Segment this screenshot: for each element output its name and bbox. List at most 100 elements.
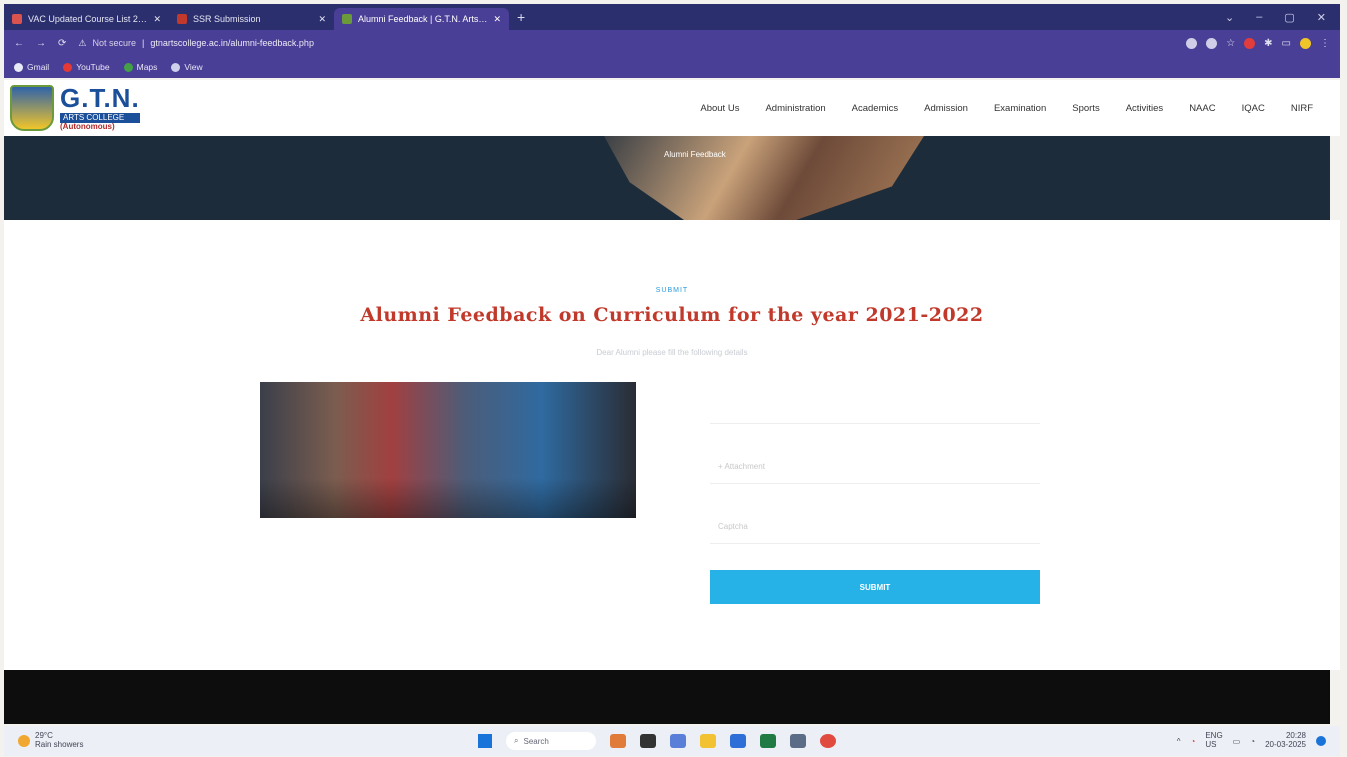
tab-title: SSR Submission <box>193 14 261 24</box>
youtube-icon <box>63 62 73 72</box>
star-icon[interactable]: ☆ <box>1226 38 1235 49</box>
back-icon[interactable]: ← <box>14 38 24 49</box>
excel-app-icon[interactable] <box>760 734 776 748</box>
chat-app-icon[interactable] <box>670 734 686 748</box>
name-field[interactable] <box>710 390 1040 424</box>
bookmark-label: Gmail <box>27 62 50 72</box>
nav-examination[interactable]: Examination <box>981 103 1059 114</box>
attachment-field[interactable]: + Attachment <box>710 450 1040 484</box>
browser-tab[interactable]: VAC Updated Course List 21-22 ✕ <box>4 8 169 30</box>
widgets-app-icon[interactable] <box>610 734 626 748</box>
menu-icon[interactable]: ⋮ <box>1320 38 1330 49</box>
taskbar-apps: ⌕ Search <box>478 732 836 750</box>
task-view-icon[interactable] <box>640 734 656 748</box>
url-text: gtnartscollege.ac.in/alumni-feedback.php <box>150 38 314 48</box>
bookmark-label: Maps <box>136 62 158 72</box>
forward-icon[interactable]: → <box>36 38 46 49</box>
os-taskbar: 29°C Rain showers ⌕ Search ^ ◔ ENG US ▭ … <box>4 726 1340 756</box>
submit-button[interactable]: SUBMIT <box>710 570 1040 604</box>
clock[interactable]: 20:28 20-03-2025 <box>1265 731 1306 750</box>
system-tray: ^ ◔ ENG US ▭ ◔ 20:28 20-03-2025 <box>1177 731 1326 750</box>
browser-tab-bar: VAC Updated Course List 21-22 ✕ SSR Subm… <box>4 4 1340 30</box>
chevron-down-icon[interactable]: ⌄ <box>1225 11 1234 24</box>
nav-iqac[interactable]: IQAC <box>1229 103 1278 114</box>
bookmark-youtube[interactable]: YouTube <box>63 62 110 72</box>
bookmark-maps[interactable]: Maps <box>123 62 158 72</box>
address-bar-row: ← → ⟳ ⚠ Not secure | gtnartscollege.ac.i… <box>4 30 1340 56</box>
nav-nirf[interactable]: NIRF <box>1278 103 1326 114</box>
taskbar-search[interactable]: ⌕ Search <box>506 732 596 750</box>
page-title: Alumni Feedback on Curriculum for the ye… <box>360 304 984 326</box>
warning-icon: ⚠ <box>78 37 87 48</box>
weather-widget[interactable]: 29°C Rain showers <box>18 731 478 750</box>
url-field[interactable]: ⚠ Not secure | gtnartscollege.ac.in/alum… <box>78 38 1174 49</box>
notification-icon[interactable] <box>1316 736 1326 746</box>
extension-icon[interactable] <box>1244 37 1256 49</box>
region-label: US <box>1205 740 1217 749</box>
college-logo[interactable]: G.T.N. ARTS COLLEGE (Autonomous) <box>4 85 140 131</box>
avatar[interactable] <box>1300 37 1311 49</box>
translate-icon[interactable] <box>1186 37 1198 49</box>
gmail-icon <box>14 62 23 72</box>
hero-banner: Alumni Feedback <box>4 136 1330 220</box>
tab-favicon-icon <box>12 14 22 24</box>
maps-icon <box>123 62 133 72</box>
mail-app-icon[interactable] <box>730 734 746 748</box>
logo-text: G.T.N. ARTS COLLEGE (Autonomous) <box>60 85 140 131</box>
bookmark-label: YouTube <box>76 62 110 72</box>
bookmark-view[interactable]: View <box>171 62 203 72</box>
main-nav: About Us Administration Academics Admiss… <box>687 103 1340 114</box>
globe-icon <box>171 62 181 72</box>
weather-condition: Rain showers <box>35 740 84 749</box>
volume-icon[interactable]: ◔ <box>1250 737 1255 746</box>
not-secure-label: Not secure <box>92 38 136 48</box>
nav-admission[interactable]: Admission <box>911 103 981 114</box>
nav-sports[interactable]: Sports <box>1059 103 1112 114</box>
install-icon[interactable] <box>1206 37 1218 49</box>
monitor-icon[interactable]: ▭ <box>1233 737 1241 746</box>
date: 20-03-2025 <box>1265 740 1306 749</box>
hero-image <box>604 136 924 220</box>
close-tab-icon[interactable]: ✕ <box>318 14 326 25</box>
sidebar-icon[interactable]: ▭ <box>1282 38 1291 49</box>
calculator-app-icon[interactable] <box>790 734 806 748</box>
alumni-group-photo <box>260 382 636 518</box>
chrome-app-icon[interactable] <box>820 734 836 748</box>
feedback-section: SUBMIT Alumni Feedback on Curriculum for… <box>4 220 1340 670</box>
tab-title: VAC Updated Course List 21-22 <box>28 14 148 24</box>
new-tab-button[interactable]: + <box>517 9 525 25</box>
nav-administration[interactable]: Administration <box>752 103 838 114</box>
bookmarks-bar: Gmail YouTube Maps View <box>4 56 1340 78</box>
nav-naac[interactable]: NAAC <box>1176 103 1228 114</box>
windows-start-icon[interactable] <box>478 734 492 748</box>
maximize-icon[interactable]: ▢ <box>1284 11 1294 24</box>
url-divider: | <box>142 38 145 48</box>
nav-academics[interactable]: Academics <box>839 103 911 114</box>
bookmark-label: View <box>184 62 203 72</box>
minimize-icon[interactable]: – <box>1256 11 1262 24</box>
close-tab-icon[interactable]: ✕ <box>153 14 161 25</box>
weather-text: 29°C Rain showers <box>35 731 84 750</box>
browser-tab[interactable]: SSR Submission ✕ <box>169 8 334 30</box>
tab-favicon-icon <box>177 14 187 24</box>
site-footer <box>4 670 1330 724</box>
captcha-field[interactable]: Captcha <box>710 510 1040 544</box>
tab-title: Alumni Feedback | G.T.N. Arts ar <box>358 14 488 24</box>
language-indicator[interactable]: ENG US <box>1205 731 1222 750</box>
reload-icon[interactable]: ⟳ <box>58 38 66 49</box>
bookmark-gmail[interactable]: Gmail <box>14 62 49 72</box>
puzzle-icon[interactable]: ✱ <box>1264 38 1272 49</box>
close-tab-icon[interactable]: ✕ <box>493 14 501 25</box>
close-icon[interactable]: ✕ <box>1317 11 1326 24</box>
tab-favicon-icon <box>342 14 352 24</box>
antivirus-icon[interactable]: ◔ <box>1190 737 1195 746</box>
nav-activities[interactable]: Activities <box>1113 103 1176 114</box>
chevron-up-icon[interactable]: ^ <box>1177 737 1181 746</box>
search-label: Search <box>523 736 549 746</box>
search-icon: ⌕ <box>514 736 519 745</box>
weather-icon <box>18 735 30 747</box>
browser-tab-active[interactable]: Alumni Feedback | G.T.N. Arts ar ✕ <box>334 8 509 30</box>
window-controls: ⌄ – ▢ ✕ <box>1225 11 1340 24</box>
nav-about-us[interactable]: About Us <box>687 103 752 114</box>
file-explorer-icon[interactable] <box>700 734 716 748</box>
